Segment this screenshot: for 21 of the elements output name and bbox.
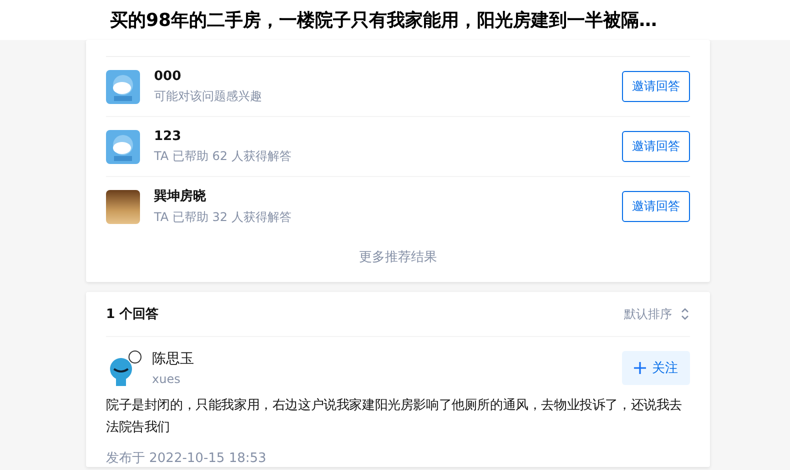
invite-button[interactable]: 邀请回答: [622, 191, 690, 222]
author-bio: xues: [152, 372, 180, 386]
user-subtitle: 可能对该问题感兴趣: [154, 88, 262, 104]
user-name[interactable]: 巽坤房晓: [154, 187, 206, 205]
sort-chevron-icon: [680, 307, 690, 321]
avatar-photo[interactable]: [106, 190, 140, 224]
publish-date: 发布于 2022-10-15 18:53: [106, 451, 266, 466]
user-subtitle: TA 已帮助 62 人获得解答: [154, 148, 292, 164]
user-name[interactable]: 000: [154, 68, 182, 84]
invite-button[interactable]: 邀请回答: [622, 71, 690, 102]
answer-text: 院子是封闭的，只能我家用，右边这户说我家建阳光房影响了他厕所的通风，去物业投诉了，还说我去法院告我们: [106, 397, 684, 437]
plus-icon: [634, 362, 646, 374]
follow-button[interactable]: 关注: [622, 351, 690, 385]
user-subtitle: TA 已帮助 32 人获得解答: [154, 209, 292, 226]
sort-dropdown[interactable]: 默认排序: [624, 306, 690, 322]
author-name[interactable]: 陈思玉: [152, 350, 194, 368]
user-name[interactable]: 123: [154, 128, 182, 144]
invite-button[interactable]: 邀请回答: [622, 131, 690, 162]
question-title: 买的98年的二手房，一楼院子只有我家能用，阳光房建到一半被隔…: [110, 9, 658, 32]
answer-count: 1 个回答: [106, 306, 159, 323]
more-results-link[interactable]: 更多推荐结果: [359, 250, 437, 265]
